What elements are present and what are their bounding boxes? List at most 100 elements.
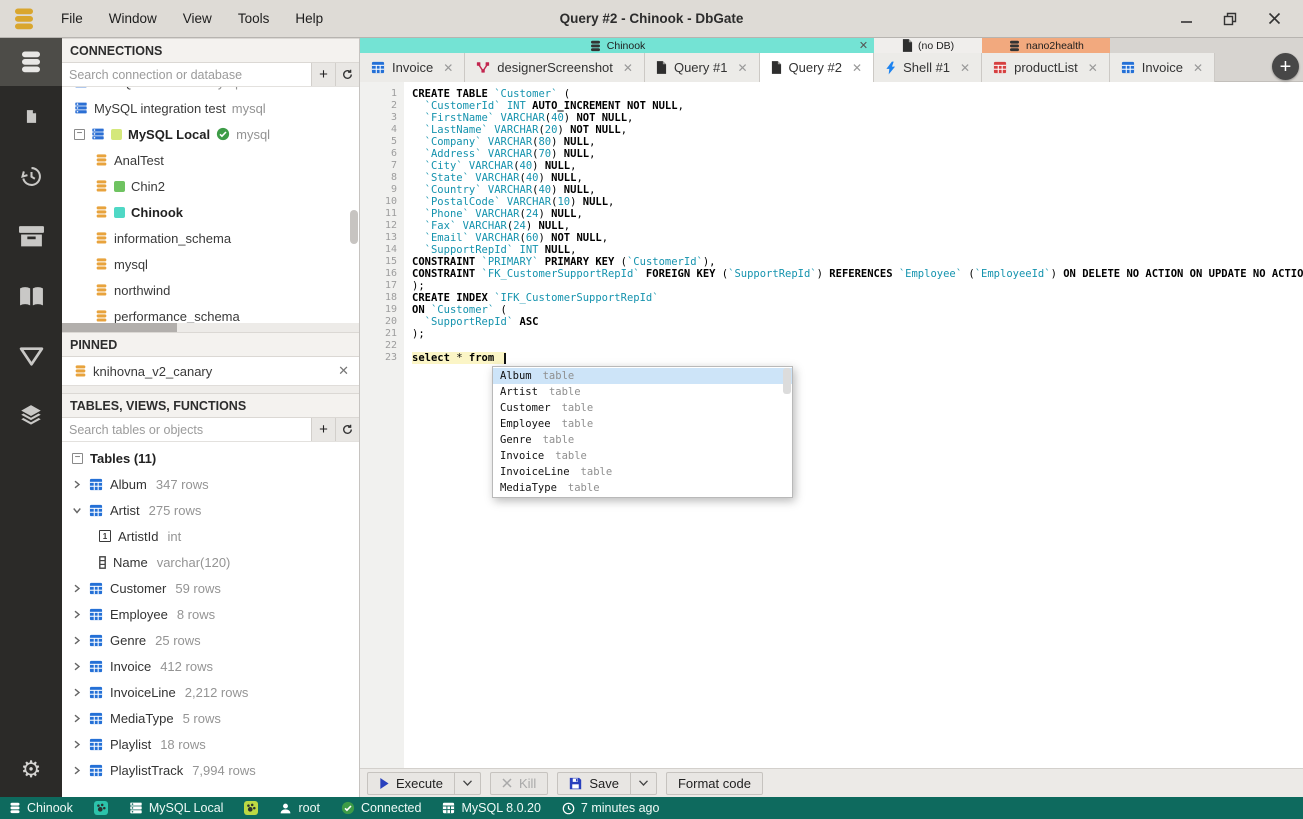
add-object-button[interactable]: + xyxy=(311,418,335,441)
execute-options-button[interactable] xyxy=(454,771,481,795)
maximize-icon[interactable] xyxy=(1219,8,1241,30)
chevron-right-icon[interactable] xyxy=(72,688,82,697)
tab-designerscreenshot[interactable]: designerScreenshot ✕ xyxy=(465,53,645,82)
connections-vertical-scrollbar[interactable] xyxy=(350,210,358,244)
connection-item[interactable]: Chinook xyxy=(62,199,359,225)
column-row[interactable]: Name varchar(120) xyxy=(62,549,359,575)
tab-query-2[interactable]: Query #2 ✕ xyxy=(759,53,875,82)
table-row[interactable]: InvoiceLine 2,212 rows xyxy=(62,679,359,705)
autocomplete-item[interactable]: Artist table xyxy=(493,384,792,400)
tab-group-header[interactable]: nano2health xyxy=(982,38,1110,53)
autocomplete-item[interactable]: InvoiceLine table xyxy=(493,464,792,480)
table-row[interactable]: Customer 59 rows xyxy=(62,575,359,601)
close-tab-icon[interactable]: ✕ xyxy=(1193,61,1203,75)
chevron-right-icon[interactable] xyxy=(72,714,82,723)
chevron-right-icon[interactable] xyxy=(72,480,82,489)
connection-item[interactable]: northwind xyxy=(62,277,359,303)
menu-tools[interactable]: Tools xyxy=(227,7,281,30)
menu-help[interactable]: Help xyxy=(284,7,334,30)
table-row[interactable]: Playlist 18 rows xyxy=(62,731,359,757)
objects-search-input[interactable] xyxy=(62,418,311,441)
rail-item-filter[interactable] xyxy=(0,326,62,386)
save-button[interactable]: Save xyxy=(557,771,631,795)
rail-item-layers[interactable] xyxy=(0,386,62,446)
tab-group-header[interactable]: Chinook ✕ xyxy=(360,38,875,53)
close-group-icon[interactable]: ✕ xyxy=(859,39,868,52)
autocomplete-item[interactable]: Employee table xyxy=(493,416,792,432)
status-server[interactable]: MySQL Local xyxy=(129,801,223,815)
connection-item[interactable]: Chin2 xyxy=(62,173,359,199)
connection-item[interactable]: − MySQL Local mysql xyxy=(62,121,359,147)
chevron-right-icon[interactable] xyxy=(72,662,82,671)
close-tab-icon[interactable]: ✕ xyxy=(443,61,453,75)
chevron-right-icon[interactable] xyxy=(72,740,82,749)
connection-item[interactable]: MYSQL WD TEST mysql xyxy=(62,87,359,95)
autocomplete-item[interactable]: Invoice table xyxy=(493,448,792,464)
status-database[interactable]: Chinook xyxy=(9,801,73,815)
close-icon[interactable] xyxy=(1263,8,1285,30)
table-row[interactable]: Artist 275 rows xyxy=(62,497,359,523)
tab-query-1[interactable]: Query #1 ✕ xyxy=(644,53,760,82)
autocomplete-item[interactable]: MediaType table xyxy=(493,480,792,496)
rail-item-database[interactable] xyxy=(0,38,62,86)
connection-item[interactable]: mysql xyxy=(62,251,359,277)
chevron-right-icon[interactable] xyxy=(72,766,82,775)
tab-shell-1[interactable]: Shell #1 ✕ xyxy=(874,53,983,82)
tables-root-row[interactable]: − Tables (11) xyxy=(62,445,359,471)
rail-item-settings[interactable]: ⚙ xyxy=(0,741,62,797)
close-tab-icon[interactable]: ✕ xyxy=(852,61,862,75)
autocomplete-item[interactable]: Customer table xyxy=(493,400,792,416)
connections-horizontal-scrollbar[interactable] xyxy=(62,323,359,332)
table-row[interactable]: Employee 8 rows xyxy=(62,601,359,627)
table-row[interactable]: PlaylistTrack 7,994 rows xyxy=(62,757,359,783)
refresh-connections-button[interactable] xyxy=(335,63,359,86)
column-row[interactable]: 1 ArtistId int xyxy=(62,523,359,549)
tab-invoice[interactable]: Invoice ✕ xyxy=(360,53,466,82)
status-database-color[interactable] xyxy=(93,801,108,815)
connections-search-input[interactable] xyxy=(62,63,311,86)
table-row[interactable]: Genre 25 rows xyxy=(62,627,359,653)
close-tab-icon[interactable]: ✕ xyxy=(1088,61,1098,75)
connection-item[interactable]: AnalTest xyxy=(62,147,359,173)
pinned-item[interactable]: knihovna_v2_canary ✕ xyxy=(62,357,359,385)
chevron-right-icon[interactable] xyxy=(72,584,82,593)
tab-group-header[interactable]: (no DB) xyxy=(874,38,983,53)
rail-item-file[interactable] xyxy=(0,86,62,146)
menu-window[interactable]: Window xyxy=(98,7,168,30)
close-tab-icon[interactable]: ✕ xyxy=(623,61,633,75)
tab-invoice[interactable]: Invoice ✕ xyxy=(1109,53,1216,82)
table-row[interactable]: Invoice 412 rows xyxy=(62,653,359,679)
new-tab-button[interactable]: + xyxy=(1272,53,1299,80)
rail-item-book[interactable] xyxy=(0,266,62,326)
chevron-down-icon[interactable] xyxy=(73,505,82,515)
menu-file[interactable]: File xyxy=(50,7,94,30)
collapse-expander-icon[interactable]: − xyxy=(72,452,83,464)
autocomplete-item[interactable]: Genre table xyxy=(493,432,792,448)
connection-item[interactable]: MySQL integration test mysql xyxy=(62,95,359,121)
close-tab-icon[interactable]: ✕ xyxy=(960,61,970,75)
close-tab-icon[interactable]: ✕ xyxy=(737,61,747,75)
connection-item[interactable]: information_schema xyxy=(62,225,359,251)
table-row[interactable]: Album 347 rows xyxy=(62,471,359,497)
rail-item-archive[interactable] xyxy=(0,206,62,266)
table-row[interactable]: MediaType 5 rows xyxy=(62,705,359,731)
minimize-icon[interactable] xyxy=(1175,8,1197,30)
sql-editor[interactable]: 1 2 3 4 5 6 7 8 9 10 11 12 13 14 15 16 17 18 19 20 21 22 23 CR… xyxy=(360,82,1303,768)
autocomplete-scrollbar[interactable] xyxy=(783,368,791,394)
chevron-right-icon[interactable] xyxy=(72,610,82,619)
status-server-color[interactable] xyxy=(244,801,259,815)
autocomplete-item[interactable]: Album table xyxy=(493,368,792,384)
tab-group-header[interactable] xyxy=(1110,38,1215,53)
unpin-icon[interactable]: ✕ xyxy=(338,363,349,379)
rail-item-history[interactable] xyxy=(0,146,62,206)
refresh-objects-button[interactable] xyxy=(335,418,359,441)
tab-productlist[interactable]: productList ✕ xyxy=(982,53,1110,82)
chevron-right-icon[interactable] xyxy=(72,636,82,645)
save-options-button[interactable] xyxy=(630,771,657,795)
format-code-button[interactable]: Format code xyxy=(665,771,763,795)
line-number: 2 xyxy=(390,100,397,111)
menu-view[interactable]: View xyxy=(172,7,223,30)
add-connection-button[interactable]: + xyxy=(311,63,335,86)
collapse-expander-icon[interactable]: − xyxy=(74,128,85,140)
execute-button[interactable]: Execute xyxy=(367,771,455,795)
